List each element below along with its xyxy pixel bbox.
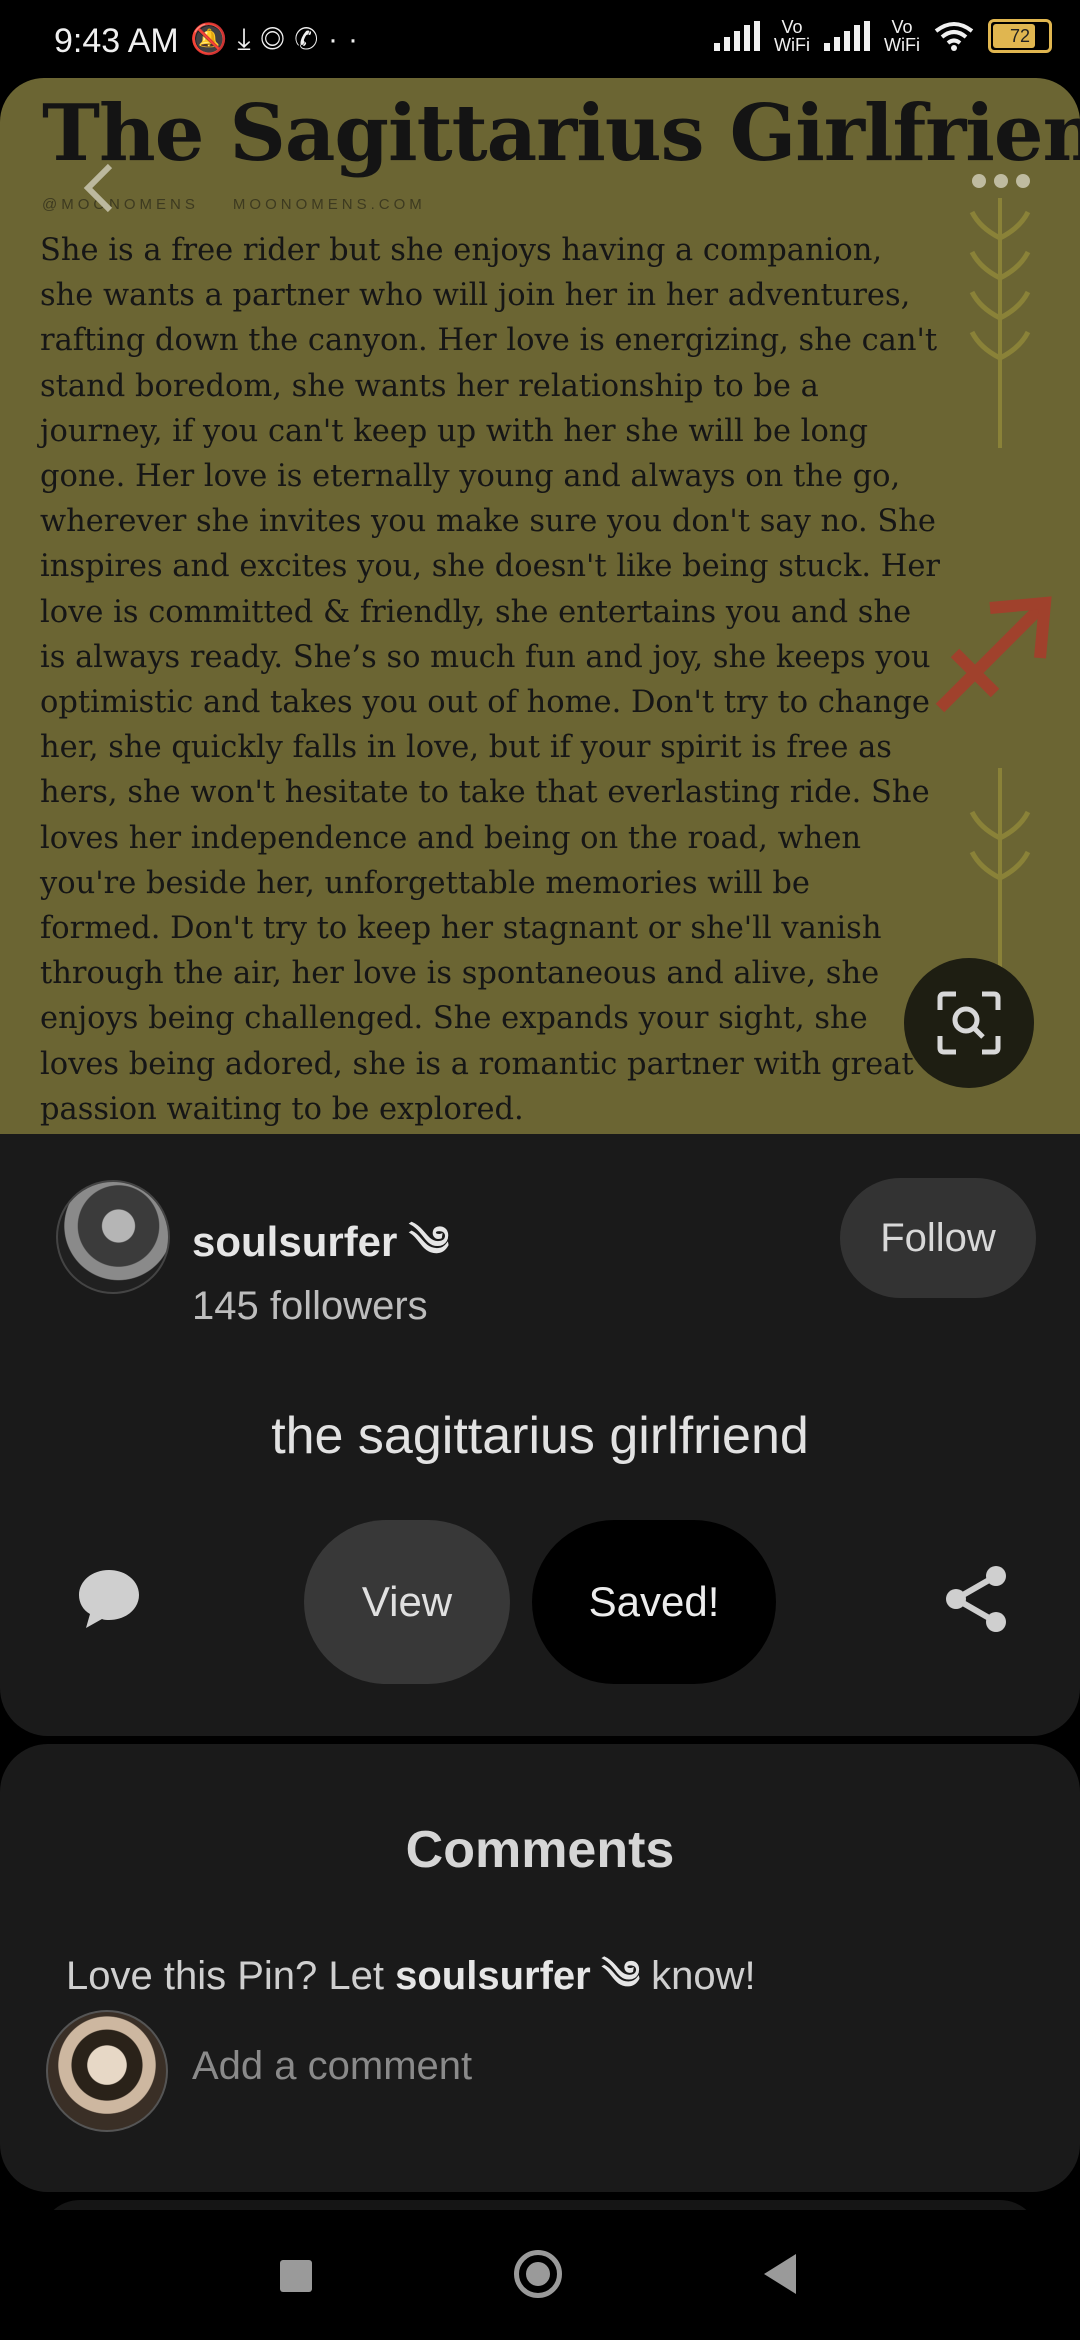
pin-info-panel: soulsurfer ༄ 145 followers Follow the sa… xyxy=(0,1134,1080,1736)
signal-icon-2 xyxy=(824,21,871,51)
pin-image-text: She is a free rider but she enjoys havin… xyxy=(40,233,940,1127)
more-options-icon[interactable] xyxy=(972,174,1030,188)
chrome-icon: ◎ xyxy=(260,23,295,56)
comment-icon[interactable] xyxy=(74,1564,144,1634)
comment-prompt: Love this Pin? Let soulsurfer ༄ know! xyxy=(66,1930,756,2043)
comment-prompt-post: know! xyxy=(640,1954,756,1998)
branch-illustration-top xyxy=(969,198,1031,448)
comment-prompt-pre: Love this Pin? Let xyxy=(66,1954,396,1998)
visual-search-button[interactable] xyxy=(904,958,1034,1088)
pin-image-title: The Sagittarius Girlfriend xyxy=(42,88,1080,179)
back-button[interactable] xyxy=(764,2254,796,2294)
saved-button[interactable]: Saved! xyxy=(532,1520,776,1684)
home-button[interactable] xyxy=(514,2250,562,2298)
lens-search-icon xyxy=(937,991,1001,1055)
current-user-avatar xyxy=(46,2010,168,2132)
vowifi-label-2: Vo WiFi xyxy=(884,17,920,55)
signal-icon xyxy=(714,21,761,51)
comment-prompt-user: soulsurfer ༄ xyxy=(395,1954,641,1998)
download-icon: ⤓ xyxy=(237,23,261,56)
creator-badge: ༄ xyxy=(409,1218,450,1265)
add-comment-input[interactable]: Add a comment xyxy=(192,2044,472,2089)
share-icon[interactable] xyxy=(942,1564,1012,1634)
creator-name: soulsurfer xyxy=(192,1218,398,1265)
system-indicators: Vo WiFi Vo WiFi 72 xyxy=(714,18,1052,54)
status-bar: 9:43 AM 🔕⤓◎✆·· Vo WiFi Vo WiFi 72 xyxy=(0,0,1080,80)
view-button[interactable]: View xyxy=(304,1520,510,1684)
battery-icon: 72 xyxy=(988,19,1052,53)
follower-count: 145 followers xyxy=(192,1284,428,1328)
system-nav-bar xyxy=(0,2210,1080,2340)
wifi-icon xyxy=(934,22,974,51)
comments-title: Comments xyxy=(405,1821,675,1879)
sagittarius-arrow-icon xyxy=(935,596,1052,713)
whatsapp-icon: ✆ xyxy=(294,23,329,56)
back-arrow-icon[interactable] xyxy=(78,158,118,218)
creator-avatar[interactable] xyxy=(56,1180,170,1294)
mute-icon: 🔕 xyxy=(190,23,238,56)
recent-apps-button[interactable] xyxy=(280,2260,312,2292)
status-time: 9:43 AM xyxy=(54,22,179,60)
battery-level: 72 xyxy=(1009,25,1031,46)
more-dots-icon: ·· xyxy=(328,23,369,56)
vowifi-label: Vo WiFi xyxy=(774,17,811,55)
branch-illustration-bottom xyxy=(969,768,1031,968)
credit-site: MOONOMENS.COM xyxy=(232,196,426,213)
comments-section: Comments Love this Pin? Let soulsurfer ༄… xyxy=(0,1744,1080,2192)
credit-handle: @MOONOMENS xyxy=(42,196,199,213)
follow-button[interactable]: Follow xyxy=(840,1178,1036,1298)
pin-caption: the sagittarius girlfriend xyxy=(271,1407,809,1465)
pin-image[interactable]: The Sagittarius Girlfriend @MOONOMENS MOO… xyxy=(0,78,1080,1134)
notification-icons: 🔕⤓◎✆·· xyxy=(190,22,368,57)
